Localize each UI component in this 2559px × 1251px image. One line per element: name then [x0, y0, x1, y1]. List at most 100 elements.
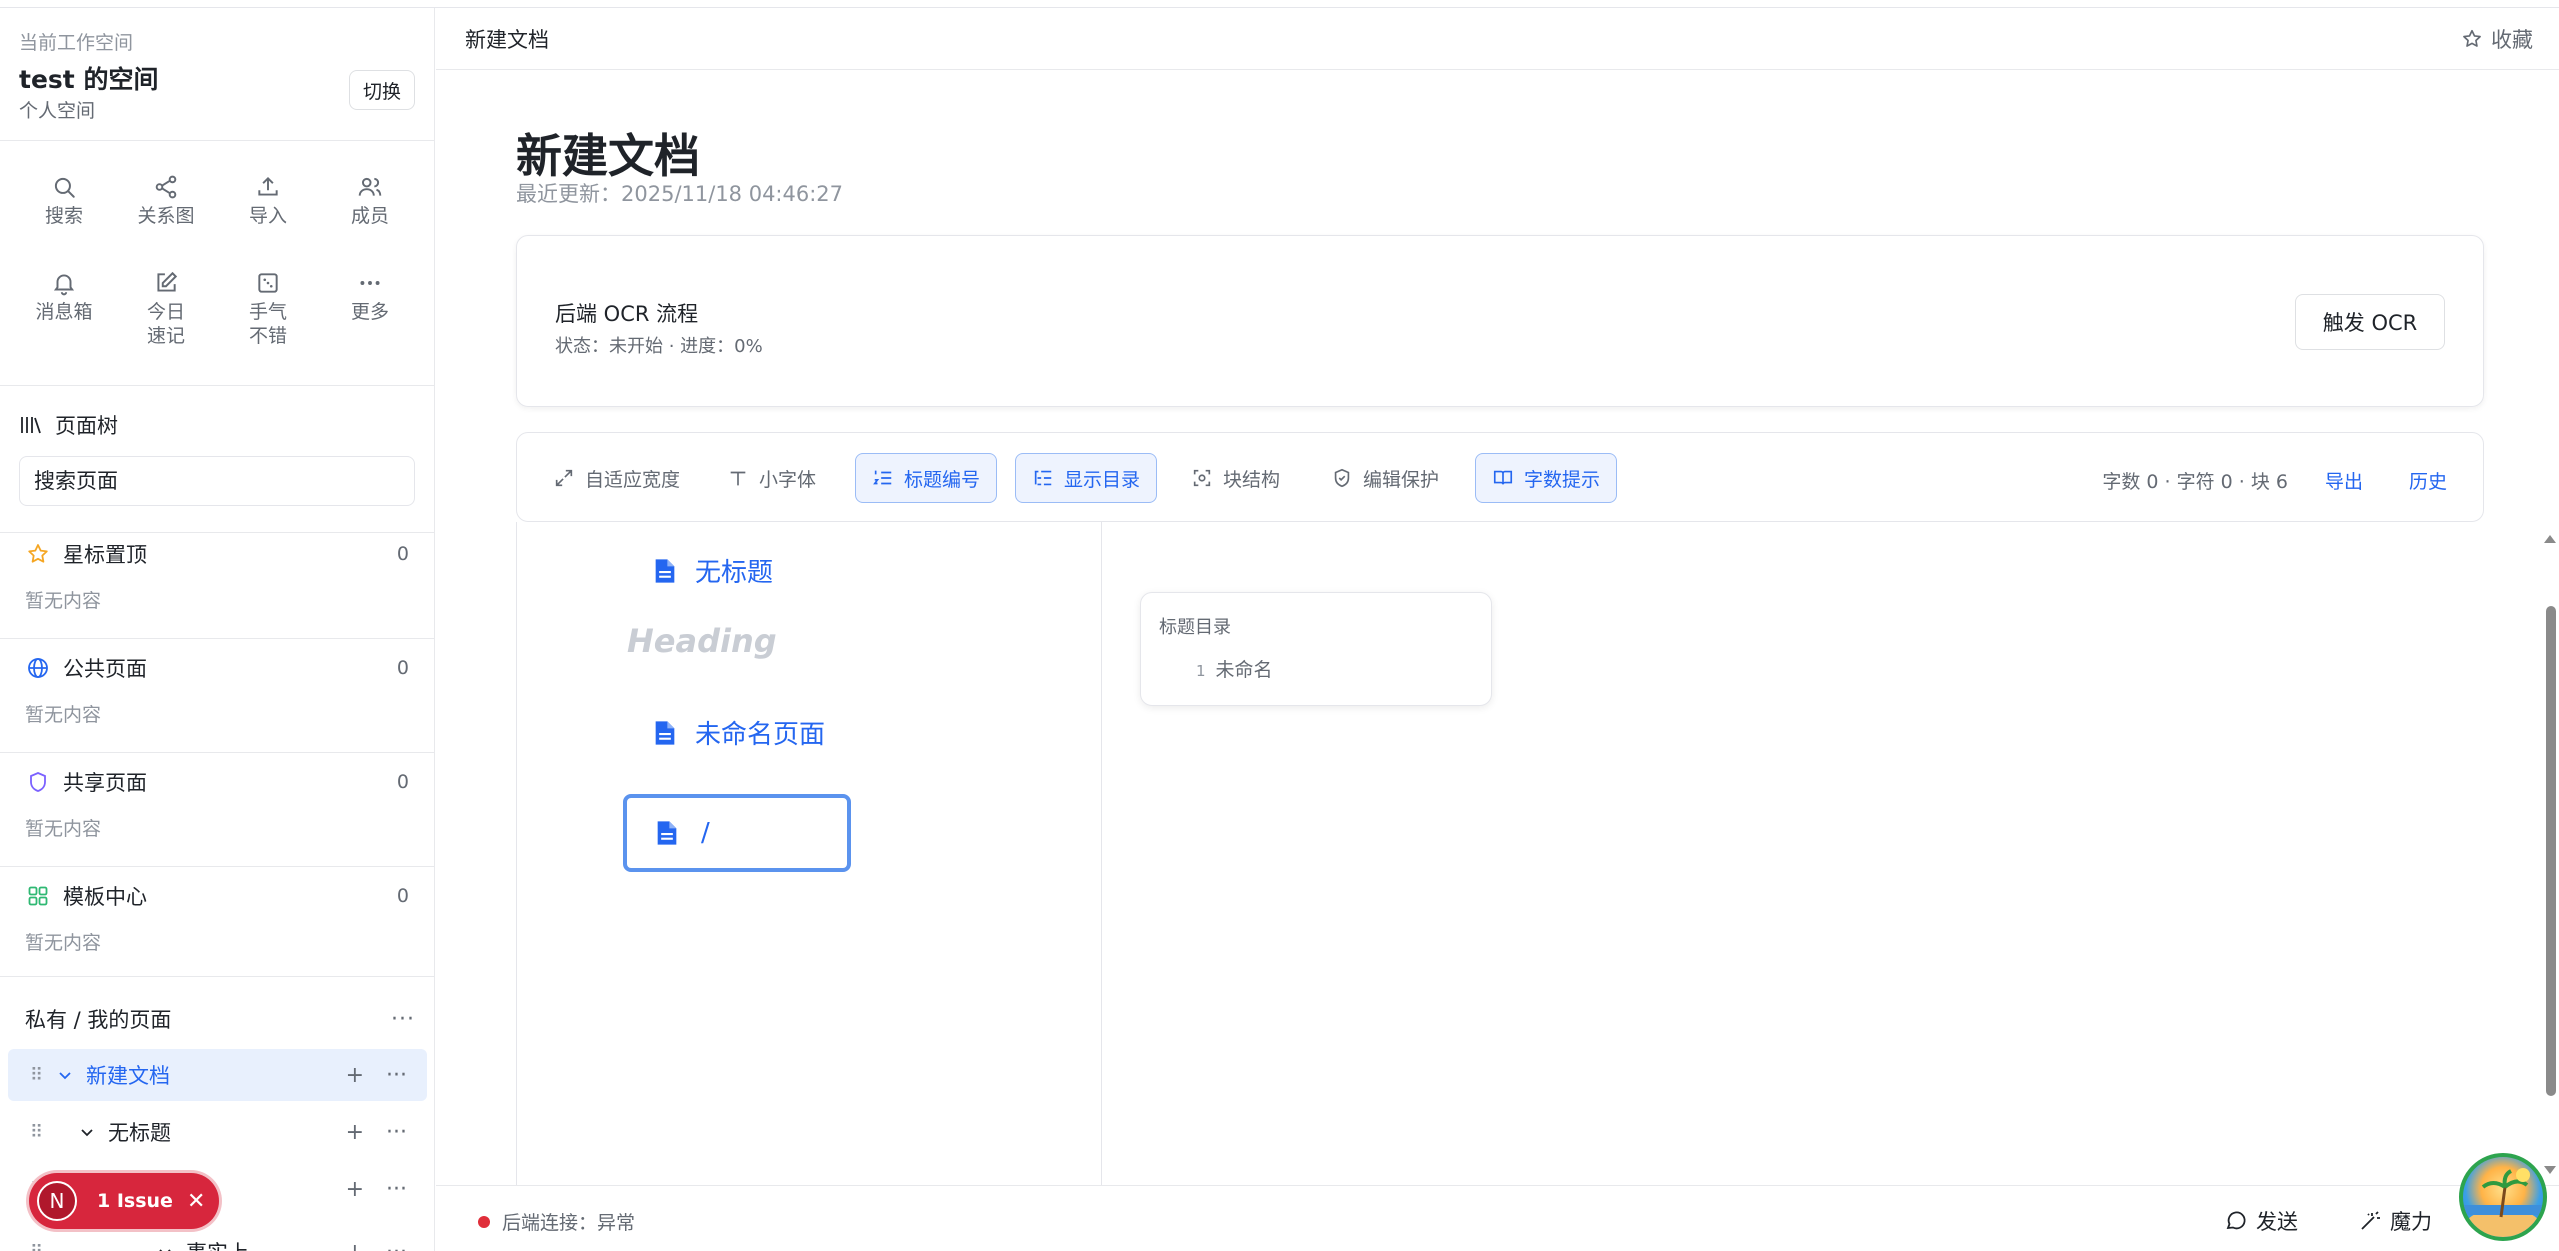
quick-action-label: 消息箱	[35, 301, 93, 323]
divider	[0, 532, 434, 533]
tree-item-fact[interactable]: ⠿ 事实上 + ···	[8, 1226, 427, 1251]
send-button[interactable]: 发送	[2224, 1206, 2298, 1236]
issue-badge[interactable]: N 1 Issue ✕	[29, 1173, 219, 1229]
magic-wand-icon	[2361, 1211, 2380, 1230]
toc-item-number: 1	[1196, 662, 1206, 680]
chevron-down-icon[interactable]	[74, 1124, 100, 1140]
quick-action-search[interactable]: 搜索	[14, 174, 114, 228]
editor-toolbar: 自适应宽度 小字体 标题编号 显示目录 块结构 编辑保护 字数提示 字数 0 ·…	[516, 432, 2484, 522]
toolbar-label: 小字体	[759, 468, 817, 491]
toggle-edit-protection[interactable]: 编辑保护	[1315, 453, 1455, 503]
quick-action-members[interactable]: 成员	[320, 174, 420, 228]
quick-action-inbox[interactable]: 消息箱	[14, 270, 114, 324]
quick-action-quicknote[interactable]: 今日速记	[116, 270, 216, 348]
section-empty-text: 暂无内容	[25, 704, 102, 726]
divider	[0, 752, 434, 753]
font-icon	[730, 471, 746, 486]
grid-icon	[25, 883, 51, 909]
toc-item[interactable]: 1 未命名	[1196, 655, 1273, 682]
add-icon[interactable]: +	[346, 1177, 364, 1202]
more-icon[interactable]: ···	[386, 1063, 407, 1088]
page-link-block[interactable]: 未命名页面	[653, 714, 825, 751]
shield-check-icon	[1334, 468, 1350, 488]
beach-illustration-icon	[2463, 1168, 2543, 1237]
tree-item-new-doc[interactable]: ⠿ 新建文档 + ···	[8, 1049, 427, 1101]
toggle-heading-numbers[interactable]: 标题编号	[855, 453, 998, 503]
section-starred-header[interactable]: 星标置顶 0	[0, 536, 434, 572]
toc-item-label: 未命名	[1215, 659, 1273, 681]
document-stats: 字数 0 · 字符 0 · 块 6	[2102, 471, 2288, 493]
status-dot	[478, 1215, 490, 1228]
toggle-word-count-hint[interactable]: 字数提示	[1475, 453, 1618, 503]
document-title[interactable]: 新建文档	[516, 120, 700, 186]
tree-item-untitled[interactable]: ⠿ 无标题 + ···	[8, 1106, 427, 1158]
close-icon[interactable]: ✕	[187, 1189, 205, 1214]
ocr-title: 后端 OCR 流程	[555, 302, 699, 326]
toggle-adaptive-width[interactable]: 自适应宽度	[537, 453, 696, 503]
quick-action-import[interactable]: 导入	[218, 174, 318, 228]
drag-handle-icon[interactable]: ⠿	[30, 1065, 52, 1086]
section-starred: 星标置顶 0 暂无内容	[0, 536, 434, 613]
drag-handle-icon[interactable]: ⠿	[30, 1242, 52, 1251]
add-icon[interactable]: +	[346, 1240, 364, 1251]
workspace-name: test 的空间	[19, 65, 159, 94]
section-empty-text: 暂无内容	[25, 818, 102, 840]
chevron-down-icon[interactable]	[52, 1067, 78, 1083]
more-icon[interactable]: ···	[386, 1120, 407, 1145]
document-icon	[657, 821, 677, 845]
star-icon	[2463, 29, 2481, 47]
section-public-header[interactable]: 公共页面 0	[0, 650, 434, 686]
add-icon[interactable]: +	[346, 1063, 364, 1088]
trigger-ocr-button[interactable]: 触发 OCR	[2295, 294, 2445, 350]
sidebar: 当前工作空间 test 的空间 个人空间 切换 搜索 关系图 导入 成员 消息箱…	[0, 8, 435, 1251]
export-link[interactable]: 导出	[2325, 467, 2363, 494]
active-block-slash[interactable]: /	[623, 794, 851, 872]
scrollbar-thumb[interactable]	[2546, 606, 2556, 1096]
search-page-input[interactable]	[19, 456, 415, 506]
user-avatar[interactable]	[2459, 1153, 2547, 1241]
section-count: 0	[396, 885, 409, 907]
section-empty-text: 暂无内容	[25, 932, 102, 954]
section-shared-header[interactable]: 共享页面 0	[0, 764, 434, 800]
page-tree-label: 页面树	[55, 414, 118, 438]
drag-handle-icon[interactable]: ⠿	[30, 1122, 52, 1143]
favorite-button[interactable]: 收藏	[2461, 24, 2533, 54]
globe-icon	[25, 655, 51, 681]
page-link-block[interactable]: 无标题	[653, 552, 773, 589]
toggle-show-toc[interactable]: 显示目录	[1015, 453, 1158, 503]
add-icon[interactable]: +	[346, 1120, 364, 1145]
share-icon	[155, 175, 177, 199]
more-icon[interactable]: ···	[391, 1007, 415, 1032]
section-count: 0	[396, 771, 409, 793]
heading-placeholder[interactable]: Heading	[627, 622, 777, 660]
document-icon	[655, 558, 675, 583]
section-templates-header[interactable]: 模板中心 0	[0, 878, 434, 914]
more-icon[interactable]: ···	[386, 1177, 407, 1202]
upload-icon	[258, 176, 278, 196]
magic-button[interactable]: 魔力	[2358, 1206, 2432, 1236]
page-tree-title: 页面树	[19, 410, 118, 440]
toggle-block-structure[interactable]: 块结构	[1175, 453, 1296, 503]
private-pages-title: 私有 / 我的页面	[25, 1008, 172, 1032]
backend-connection-status: 后端连接：异常	[478, 1208, 635, 1235]
toggle-small-font[interactable]: 小字体	[711, 453, 832, 503]
quick-action-lucky[interactable]: 手气不错	[218, 270, 318, 348]
more-icon[interactable]: ···	[386, 1240, 407, 1251]
document-updated-time: 最近更新：2025/11/18 04:46:27	[516, 182, 844, 206]
table-of-contents: 标题目录 1 未命名	[1140, 592, 1492, 706]
status-footer: 后端连接：异常 发送 魔力	[436, 1185, 2559, 1251]
header-bar: 新建文档 收藏	[436, 8, 2559, 70]
section-empty-text: 暂无内容	[25, 590, 102, 612]
chevron-down-icon[interactable]	[152, 1244, 178, 1251]
scroll-down-arrow[interactable]	[2544, 1166, 2556, 1174]
star-icon	[25, 541, 51, 567]
scroll-up-arrow[interactable]	[2544, 535, 2556, 543]
history-link[interactable]: 历史	[2409, 467, 2447, 494]
quick-action-more[interactable]: 更多	[320, 270, 420, 324]
expand-icon	[555, 469, 573, 487]
quick-action-label: 导入	[248, 205, 287, 227]
quick-action-graph[interactable]: 关系图	[116, 174, 216, 228]
switch-workspace-button[interactable]: 切换	[349, 70, 415, 110]
breadcrumb[interactable]: 新建文档	[465, 24, 549, 54]
tree-item-label: 事实上	[186, 1237, 346, 1251]
